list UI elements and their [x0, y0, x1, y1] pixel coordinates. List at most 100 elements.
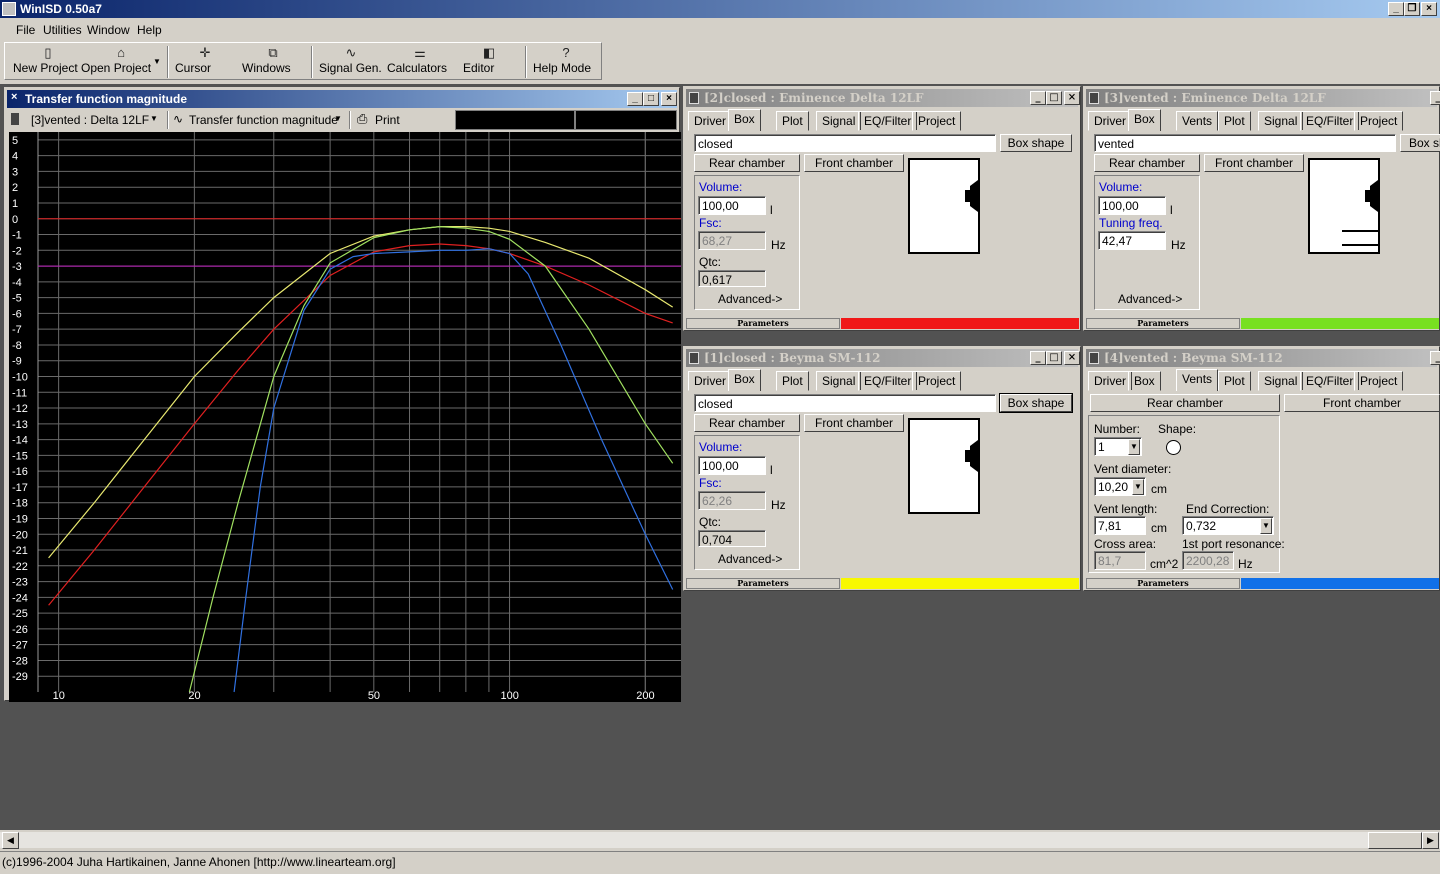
tuning-freq-input[interactable]: 42,47	[1098, 231, 1166, 250]
window-4-minimize-button[interactable]: _	[1430, 351, 1440, 365]
volume-input[interactable]: 100,00	[1098, 196, 1166, 215]
printer-icon[interactable]: ⎙	[357, 111, 367, 127]
box-shape-button[interactable]: Box shape	[1000, 134, 1072, 152]
graph-minimize-button[interactable]: _	[627, 92, 643, 106]
tab-box[interactable]: Box	[1128, 371, 1161, 391]
front-chamber-tab[interactable]: Front chamber	[1284, 394, 1440, 412]
plot-type-arrow-icon[interactable]: ▼	[334, 114, 342, 123]
tab-signal[interactable]: Signal	[816, 111, 862, 131]
scroll-thumb[interactable]	[1368, 832, 1422, 849]
tab-eq-filter[interactable]: EQ/Filter	[858, 371, 918, 391]
y-tick-label: -17	[12, 482, 28, 494]
volume-input[interactable]: 100,00	[698, 456, 766, 475]
menu-utilities[interactable]: Utilities	[43, 23, 82, 37]
cursor-button[interactable]: ✛ Cursor	[175, 43, 235, 79]
tab-eq-filter[interactable]: EQ/Filter	[1300, 371, 1360, 391]
tab-signal[interactable]: Signal	[816, 371, 862, 391]
menu-file[interactable]: File	[16, 23, 35, 37]
tab-driver[interactable]: Driver	[1088, 111, 1132, 131]
restore-button[interactable]: ❐	[1404, 2, 1420, 16]
window-2-close-button[interactable]: ×	[1064, 91, 1080, 105]
front-chamber-tab[interactable]: Front chamber	[804, 154, 904, 172]
help-mode-button[interactable]: ? Help Mode	[533, 43, 599, 79]
tab-driver[interactable]: Driver	[1088, 371, 1132, 391]
plot-type-select[interactable]: Transfer function magnitude	[189, 113, 338, 127]
window-1-close-button[interactable]: ×	[1064, 351, 1080, 365]
tab-eq-filter[interactable]: EQ/Filter	[858, 111, 918, 131]
volume-input[interactable]: 100,00	[698, 196, 766, 215]
end-correction-select[interactable]: 0,732 ▼	[1182, 516, 1274, 535]
box-shape-button[interactable]: Box sh	[1400, 134, 1440, 152]
end-correction-arrow-icon[interactable]: ▼	[1260, 518, 1272, 534]
tab-plot[interactable]: Plot	[1218, 111, 1251, 131]
vent-diameter-arrow-icon[interactable]: ▼	[1132, 479, 1144, 495]
close-button[interactable]: ×	[1421, 2, 1437, 16]
tab-plot[interactable]: Plot	[776, 111, 809, 131]
box-shape-button[interactable]: Box shape	[999, 393, 1073, 413]
menu-window[interactable]: Window	[87, 23, 130, 37]
menu-help[interactable]: Help	[137, 23, 162, 37]
vent-length-input[interactable]: 7,81	[1094, 516, 1146, 535]
tab-project[interactable]: Project	[1354, 111, 1404, 131]
tab-project[interactable]: Project	[912, 371, 962, 391]
port-top-line	[1342, 230, 1380, 232]
tab-project[interactable]: Project	[912, 111, 962, 131]
window-2-maximize-button[interactable]: □	[1046, 91, 1062, 105]
open-project-button[interactable]: ⌂ Open Project	[81, 43, 161, 79]
scroll-left-arrow-icon[interactable]: ◀	[2, 832, 19, 849]
plot-area[interactable]: 5 4 3 2 1 0 -1 -2 -3 -4 -5 -6 -7 -8 -9 -10 -11 -12 -13 -14-…	[9, 132, 681, 702]
tab-box[interactable]: Box	[728, 109, 761, 131]
transfer-function-chart[interactable]: 543210-1-2-3-4-5-6-7-8-9-10-11-12-13-14-…	[9, 132, 681, 702]
advanced-button[interactable]: Advanced->	[718, 292, 782, 306]
box-name-field[interactable]: closed	[694, 394, 996, 412]
window-1-minimize-button[interactable]: _	[1030, 351, 1046, 365]
tab-vents[interactable]: Vents	[1176, 111, 1219, 131]
minimize-button[interactable]: _	[1388, 2, 1404, 16]
advanced-button[interactable]: Advanced->	[718, 552, 782, 566]
window-3-minimize-button[interactable]: _	[1430, 91, 1440, 105]
tab-plot[interactable]: Plot	[1218, 371, 1251, 391]
series-color-bar[interactable]	[841, 318, 1079, 329]
print-button[interactable]: Print	[375, 113, 400, 127]
tab-box[interactable]: Box	[728, 369, 761, 391]
tab-project[interactable]: Project	[1354, 371, 1404, 391]
rear-chamber-tab[interactable]: Rear chamber	[1090, 394, 1280, 412]
tab-vents[interactable]: Vents	[1176, 369, 1219, 391]
rear-chamber-tab[interactable]: Rear chamber	[694, 154, 800, 172]
series-color-bar[interactable]	[1241, 578, 1439, 589]
tab-driver[interactable]: Driver	[688, 371, 732, 391]
box-name-field[interactable]: closed	[694, 134, 996, 152]
advanced-button[interactable]: Advanced->	[1118, 292, 1182, 306]
vent-diameter-select[interactable]: 10,20 ▼	[1094, 477, 1146, 496]
tab-plot[interactable]: Plot	[776, 371, 809, 391]
graph-close-button[interactable]: ×	[661, 92, 677, 106]
series-color-bar[interactable]	[1241, 318, 1439, 329]
editor-button[interactable]: ◧ Editor	[463, 43, 515, 79]
open-project-dropdown-icon[interactable]: ▼	[153, 57, 161, 66]
horizontal-scrollbar[interactable]: ◀ ▶	[0, 831, 1440, 849]
windows-button[interactable]: ⧉ Windows	[242, 43, 304, 79]
front-chamber-tab[interactable]: Front chamber	[804, 414, 904, 432]
tab-signal[interactable]: Signal	[1258, 371, 1304, 391]
round-vent-shape-icon[interactable]	[1166, 440, 1181, 455]
vent-number-arrow-icon[interactable]: ▼	[1128, 439, 1140, 455]
tab-eq-filter[interactable]: EQ/Filter	[1300, 111, 1360, 131]
rear-chamber-tab[interactable]: Rear chamber	[1094, 154, 1200, 172]
scroll-right-arrow-icon[interactable]: ▶	[1422, 832, 1439, 849]
series-color-bar[interactable]	[841, 578, 1079, 589]
project-select[interactable]: [3]vented : Delta 12LF	[31, 113, 149, 127]
tab-driver[interactable]: Driver	[688, 111, 732, 131]
calculators-button[interactable]: ⚌ Calculators	[387, 43, 453, 79]
vent-number-select[interactable]: 1 ▼	[1094, 437, 1142, 456]
new-project-button[interactable]: ▯ New Project	[13, 43, 83, 79]
signal-gen-button[interactable]: ∿ Signal Gen.	[319, 43, 383, 79]
tab-box[interactable]: Box	[1128, 109, 1161, 131]
window-2-minimize-button[interactable]: _	[1030, 91, 1046, 105]
front-chamber-tab[interactable]: Front chamber	[1204, 154, 1304, 172]
project-select-arrow-icon[interactable]: ▼	[150, 114, 158, 123]
box-name-field[interactable]: vented	[1094, 134, 1396, 152]
graph-maximize-button[interactable]: □	[643, 92, 659, 106]
rear-chamber-tab[interactable]: Rear chamber	[694, 414, 800, 432]
window-1-maximize-button[interactable]: □	[1046, 351, 1062, 365]
tab-signal[interactable]: Signal	[1258, 111, 1304, 131]
